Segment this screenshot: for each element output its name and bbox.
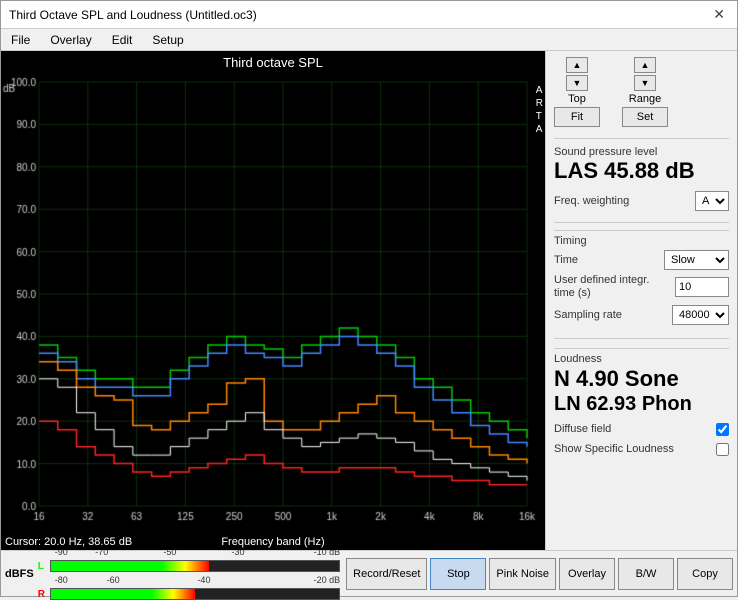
top-control-group: ▲ ▼ Top Fit [554, 57, 600, 127]
time-label: Time [554, 254, 578, 266]
range-up-button[interactable]: ▲ [634, 57, 656, 73]
pink-noise-button[interactable]: Pink Noise [489, 558, 556, 590]
spl-section: Sound pressure level LAS 45.88 dB [554, 146, 729, 183]
bottom-buttons: Record/Reset Stop Pink Noise Overlay B/W… [346, 558, 733, 590]
record-reset-button[interactable]: Record/Reset [346, 558, 427, 590]
divider-1 [554, 138, 729, 139]
divider-2 [554, 222, 729, 223]
menu-edit[interactable]: Edit [106, 32, 139, 48]
channel-R-label: R [38, 589, 48, 600]
stop-button[interactable]: Stop [430, 558, 486, 590]
user-integ-row: User defined integr. time (s) [554, 274, 729, 300]
show-specific-row: Show Specific Loudness [554, 443, 729, 456]
loudness-ln-value: LN 62.93 Phon [554, 392, 729, 416]
controls-top: ▲ ▼ Top Fit ▲ ▼ Range Set [554, 57, 729, 127]
loudness-title: Loudness [554, 353, 729, 365]
menu-file[interactable]: File [5, 32, 36, 48]
main-window: Third Octave SPL and Loudness (Untitled.… [0, 0, 738, 597]
show-specific-label: Show Specific Loudness [554, 443, 674, 455]
sampling-rate-select[interactable]: 48000 44100 96000 [672, 305, 729, 325]
range-control-group: ▲ ▼ Range Set [622, 57, 668, 127]
user-integ-input[interactable] [675, 277, 729, 297]
window-title: Third Octave SPL and Loudness (Untitled.… [9, 8, 257, 22]
freq-weighting-row: Freq. weighting A B C Z [554, 191, 729, 211]
diffuse-field-label: Diffuse field [554, 423, 611, 435]
sampling-rate-row: Sampling rate 48000 44100 96000 [554, 305, 729, 325]
freq-weighting-label: Freq. weighting [554, 195, 629, 207]
chart-bottom: Cursor: 20.0 Hz, 38.65 dB Frequency band… [1, 534, 545, 550]
chart-canvas [1, 74, 545, 534]
time-row: Time Slow Fast Impulse [554, 250, 729, 270]
timing-section: Timing Time Slow Fast Impulse User defin… [554, 230, 729, 328]
main-area: Third octave SPL ARTA Cursor: 20.0 Hz, 3… [1, 51, 737, 550]
menu-overlay[interactable]: Overlay [44, 32, 97, 48]
freq-weighting-select[interactable]: A B C Z [695, 191, 729, 211]
loudness-n-value: N 4.90 Sone [554, 366, 729, 392]
meter-row-L: L [38, 560, 340, 572]
meter-fill-R [51, 589, 195, 599]
spl-value: LAS 45.88 dB [554, 159, 729, 183]
bottom-bar: dBFS -90 -70 -50 -30 -10 dB L -80 -60 [1, 550, 737, 596]
divider-3 [554, 338, 729, 339]
meter-bar-R [50, 588, 340, 600]
top-down-button[interactable]: ▼ [566, 75, 588, 91]
bw-button[interactable]: B/W [618, 558, 674, 590]
range-down-button[interactable]: ▼ [634, 75, 656, 91]
loudness-section: Loudness N 4.90 Sone LN 62.93 Phon [554, 348, 729, 416]
meter-fill-L [51, 561, 210, 571]
timing-title: Timing [554, 235, 729, 247]
menu-setup[interactable]: Setup [146, 32, 189, 48]
range-label: Range [629, 93, 661, 105]
copy-button[interactable]: Copy [677, 558, 733, 590]
close-button[interactable]: ✕ [709, 6, 729, 23]
right-panel: ▲ ▼ Top Fit ▲ ▼ Range Set [545, 51, 737, 550]
menu-bar: File Overlay Edit Setup [1, 29, 737, 51]
show-specific-checkbox[interactable] [716, 443, 729, 456]
top-label: Top [568, 93, 586, 105]
top-arrows: ▲ ▼ [566, 57, 588, 91]
title-bar: Third Octave SPL and Loudness (Untitled.… [1, 1, 737, 29]
meter-bar-L [50, 560, 340, 572]
chart-title: Third octave SPL [1, 51, 545, 74]
meter-row-R: R [38, 588, 340, 600]
channel-L-label: L [38, 561, 48, 572]
user-integ-label: User defined integr. time (s) [554, 274, 654, 300]
overlay-button[interactable]: Overlay [559, 558, 615, 590]
cursor-info: Cursor: 20.0 Hz, 38.65 dB [5, 536, 139, 548]
spl-section-label: Sound pressure level [554, 146, 729, 158]
arta-label: ARTA [536, 84, 543, 136]
set-button[interactable]: Set [622, 107, 668, 127]
sampling-rate-label: Sampling rate [554, 309, 622, 321]
chart-area: Third octave SPL ARTA Cursor: 20.0 Hz, 3… [1, 51, 545, 550]
time-select[interactable]: Slow Fast Impulse [664, 250, 729, 270]
top-up-button[interactable]: ▲ [566, 57, 588, 73]
range-arrows: ▲ ▼ [634, 57, 656, 91]
diffuse-field-checkbox[interactable] [716, 423, 729, 436]
level-meters: -90 -70 -50 -30 -10 dB L -80 -60 -40 -20… [38, 547, 340, 600]
chart-container: ARTA [1, 74, 545, 534]
freq-band-label: Frequency band (Hz) [139, 536, 407, 548]
fit-button[interactable]: Fit [554, 107, 600, 127]
diffuse-field-row: Diffuse field [554, 423, 729, 436]
dbfs-label: dBFS [5, 568, 38, 580]
